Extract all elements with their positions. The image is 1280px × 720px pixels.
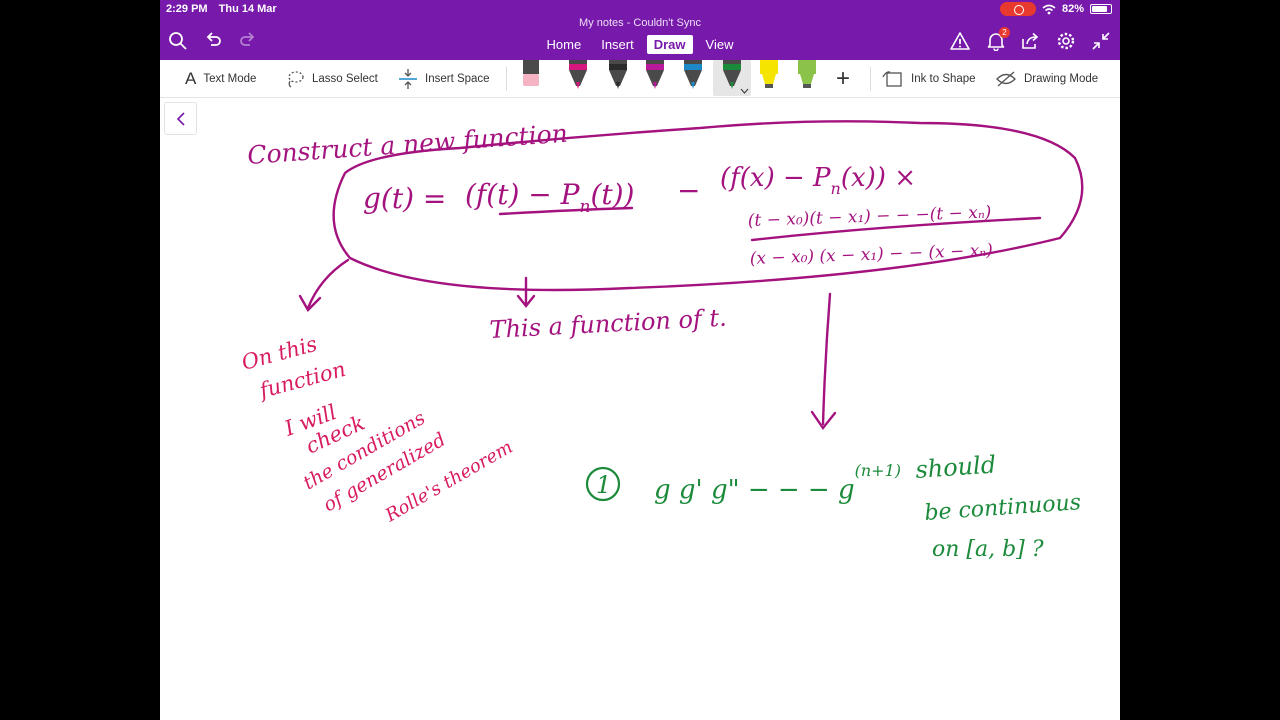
pen-purple-icon[interactable] <box>644 60 666 90</box>
conditions-note: 1 g g' g" − − − g(n+1) should be continu… <box>585 450 1082 562</box>
drawing-mode-icon <box>996 71 1016 87</box>
pen-options-chevron-icon[interactable] <box>740 88 749 94</box>
notification-badge: 2 <box>999 27 1010 38</box>
lasso-icon <box>288 71 304 88</box>
drawing-mode-button[interactable]: Drawing Mode <box>995 60 1098 98</box>
lasso-select-label: Lasso Select <box>312 73 378 85</box>
onenote-app: 2:29 PM Thu 14 Mar My notes - Couldn't S… <box>160 0 1120 720</box>
status-bar-left: 2:29 PM Thu 14 Mar <box>166 3 285 15</box>
ink-to-shape-button[interactable]: Ink to Shape <box>882 60 976 98</box>
tab-insert[interactable]: Insert <box>594 35 641 54</box>
add-pen-icon: + <box>836 65 851 92</box>
ribbon-divider <box>870 67 871 91</box>
pen-green-icon[interactable] <box>721 60 743 90</box>
ink-to-shape-label: Ink to Shape <box>911 73 976 85</box>
status-bar-right: 82% <box>999 2 1112 16</box>
battery-percent: 82% <box>1061 3 1084 15</box>
tab-view[interactable]: View <box>699 35 741 54</box>
should-label: should <box>914 450 996 484</box>
ribbon-tabs: Home Insert Draw View <box>160 35 1120 54</box>
interval-label: on [a, b] ? <box>932 537 1044 562</box>
tab-home[interactable]: Home <box>540 35 589 54</box>
formula-minus: − <box>677 174 700 207</box>
ribbon-divider <box>506 67 507 91</box>
screen-record-icon <box>999 2 1036 16</box>
formula-lhs: g(t) = <box>363 182 446 215</box>
be-continuous-label: be continuous <box>924 490 1082 526</box>
formula-ink-strokes <box>298 120 1084 431</box>
insert-space-icon <box>399 69 417 89</box>
pen-blue-icon[interactable] <box>682 60 704 90</box>
text-mode-label: Text Mode <box>203 73 257 85</box>
note-heading: Construct a new function <box>246 119 568 170</box>
window-title: My notes - Couldn't Sync <box>579 17 701 29</box>
highlighter-yellow-icon[interactable] <box>758 60 780 90</box>
status-time: 2:29 PM <box>166 3 208 15</box>
battery-icon <box>1090 4 1112 14</box>
insert-space-label: Insert Space <box>425 73 490 85</box>
highlighter-green-icon[interactable] <box>796 60 818 90</box>
function-of-t-note: This a function of t. <box>489 304 727 344</box>
draw-ribbon: A Text Mode Lasso Select Insert Space + … <box>160 60 1120 98</box>
collapse-fullscreen-icon[interactable] <box>1090 30 1112 52</box>
text-mode-icon: A <box>185 69 197 88</box>
settings-gear-icon[interactable] <box>1055 30 1077 52</box>
formula-denominator: (x − x₀) (x − x₁) − − (x − xₙ) <box>749 241 993 269</box>
arrow-to-side-note <box>306 258 350 310</box>
ink-to-shape-icon <box>882 71 902 87</box>
text-mode-button[interactable]: A Text Mode <box>185 60 256 98</box>
pen-magenta-icon[interactable] <box>567 60 589 90</box>
share-icon[interactable] <box>1019 30 1041 52</box>
note-canvas[interactable]: Construct a new function g(t) = (f(t) − … <box>160 98 1120 720</box>
derivatives-list: g g' g" − − − g(n+1) <box>654 461 901 505</box>
formula-term-2: (f(x) − Pn(x)) × <box>720 163 916 198</box>
arrow-to-conditions <box>821 292 832 426</box>
step-number: 1 <box>596 471 611 499</box>
status-date: Thu 14 Mar <box>218 3 277 15</box>
pen-eraser-icon[interactable] <box>520 60 542 90</box>
formula-numerator: (t − x₀)(t − x₁) − − −(t − xₙ) <box>747 203 991 231</box>
drawing-mode-label: Drawing Mode <box>1024 73 1099 85</box>
warning-icon[interactable] <box>949 30 971 52</box>
tab-draw[interactable]: Draw <box>646 35 693 54</box>
add-pen-button[interactable]: + <box>836 60 850 98</box>
pen-black-icon[interactable] <box>607 60 629 90</box>
insert-space-button[interactable]: Insert Space <box>398 60 490 98</box>
side-note: On this function I will check the condit… <box>239 332 516 527</box>
wifi-icon <box>1042 4 1056 14</box>
lasso-select-button[interactable]: Lasso Select <box>285 60 378 98</box>
notifications-bell-icon[interactable]: 2 <box>985 27 1010 52</box>
title-bar: 2:29 PM Thu 14 Mar My notes - Couldn't S… <box>160 0 1120 60</box>
